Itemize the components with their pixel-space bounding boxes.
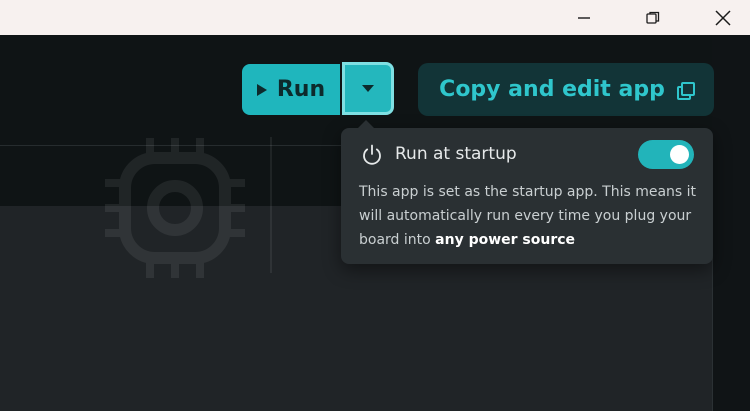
close-icon [715, 9, 731, 26]
run-button-label: Run [276, 77, 326, 102]
close-button[interactable] [700, 0, 746, 35]
window-titlebar [0, 0, 750, 35]
minimize-icon [578, 16, 590, 19]
chevron-down-icon [362, 85, 374, 92]
toggle-knob [670, 145, 689, 164]
right-gutter [712, 35, 750, 411]
startup-description-emphasis: any power source [435, 232, 576, 248]
play-icon [256, 83, 267, 96]
watermark-logo-icon [105, 138, 245, 278]
restore-button[interactable] [630, 0, 676, 35]
power-icon [363, 144, 381, 165]
run-at-startup-label: Run at startup [395, 144, 517, 164]
run-options-dropdown-button[interactable] [342, 62, 394, 115]
run-at-startup-toggle[interactable] [638, 140, 694, 169]
popover-arrow [358, 120, 374, 128]
maximize-icon [646, 11, 660, 24]
copy-and-edit-app-button[interactable]: Copy and edit app [418, 63, 714, 116]
startup-description: This app is set as the startup app. This… [359, 180, 704, 252]
copy-button-label: Copy and edit app [439, 77, 665, 102]
minimize-button[interactable] [561, 0, 607, 35]
watermark-separator [270, 137, 272, 273]
copy-icon [676, 81, 695, 100]
run-button[interactable]: Run [242, 64, 340, 115]
app-area: Run Copy and edit app Run at startup Thi… [0, 35, 750, 411]
run-options-popover: Run at startup This app is set as the st… [341, 120, 713, 264]
